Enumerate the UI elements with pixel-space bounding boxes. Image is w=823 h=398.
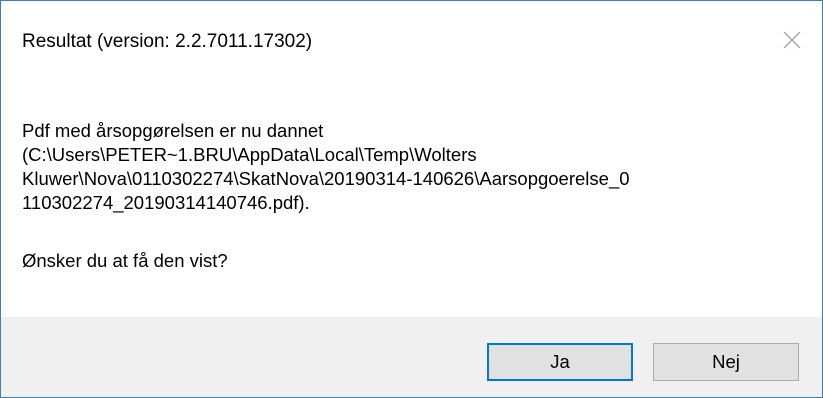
question-text: Ønsker du at få den vist? xyxy=(22,250,228,271)
no-button[interactable]: Nej xyxy=(653,343,799,381)
close-button[interactable] xyxy=(762,1,822,79)
title-bar[interactable]: Resultat (version: 2.2.7011.17302) xyxy=(1,1,822,79)
dialog-title: Resultat (version: 2.2.7011.17302) xyxy=(22,31,313,52)
close-icon xyxy=(783,31,801,49)
yes-button[interactable]: Ja xyxy=(487,343,633,381)
button-bar: Ja Nej xyxy=(1,317,822,397)
message-dialog: Resultat (version: 2.2.7011.17302) Pdf m… xyxy=(0,0,823,398)
dialog-content: Pdf med årsopgørelsen er nu dannet (C:\U… xyxy=(1,79,822,317)
message-line: (C:\Users\PETER~1.BRU\AppData\Local\Temp… xyxy=(22,144,477,165)
message-line: Kluwer\Nova\0110302274\SkatNova\20190314… xyxy=(22,168,630,189)
message-line: 110302274_20190314140746.pdf). xyxy=(22,192,310,213)
message-line: Pdf med årsopgørelsen er nu dannet xyxy=(22,120,324,141)
message-text: Pdf med årsopgørelsen er nu dannet (C:\U… xyxy=(22,119,782,215)
